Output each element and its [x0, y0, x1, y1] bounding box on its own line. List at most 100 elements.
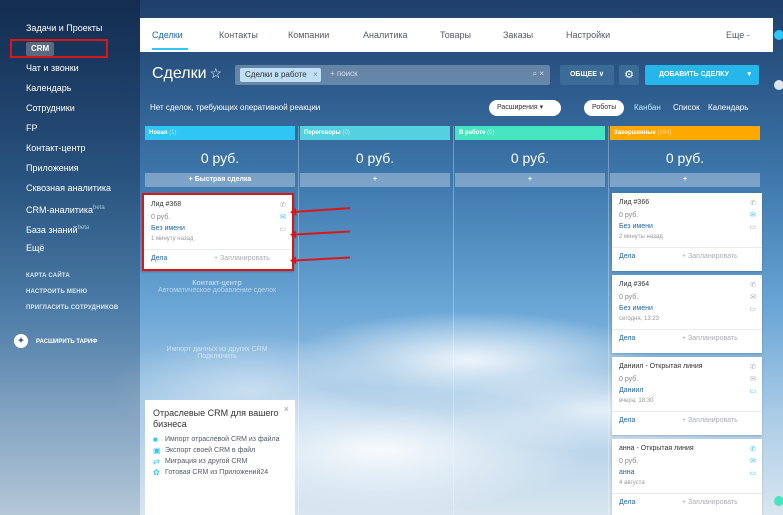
sidebar-item-more[interactable]: Ещё: [0, 238, 140, 258]
sidebar-item-tasks[interactable]: Задачи и Проекты: [0, 18, 140, 38]
tab-contacts[interactable]: Контакты: [219, 30, 258, 40]
favorite-star-icon[interactable]: ☆: [210, 65, 223, 81]
column-count: (0): [487, 130, 495, 136]
card-title[interactable]: Лид #366: [619, 199, 649, 206]
avatar[interactable]: [774, 80, 783, 90]
close-icon[interactable]: ×: [284, 404, 289, 414]
tab-products[interactable]: Товары: [440, 30, 471, 40]
card-plan-link[interactable]: + Запланировать: [682, 253, 738, 260]
industry-crm-promo: × Отраслевые CRM для вашего бизнеса ■ Имп…: [145, 400, 295, 515]
mail-icon[interactable]: ✉: [750, 375, 756, 383]
card-plan-link[interactable]: + Запланировать: [682, 335, 738, 342]
mail-icon[interactable]: ✉: [750, 293, 756, 301]
tab-more[interactable]: Еще -: [726, 30, 750, 40]
column-header-done[interactable]: Завершенные (164): [610, 126, 760, 140]
sidebar-item-chat[interactable]: Чат и звонки: [0, 58, 140, 78]
tab-orders[interactable]: Заказы: [503, 30, 533, 40]
column-header-new[interactable]: Новая (1): [145, 126, 295, 140]
chat-icon[interactable]: ▭: [279, 225, 286, 233]
extensions-button[interactable]: Расширения ▾: [489, 100, 561, 116]
phone-icon[interactable]: ✆: [750, 445, 756, 453]
sidebar-item-analytics[interactable]: Сквозная аналитика: [0, 178, 140, 198]
sidebar-item-knowledge-base[interactable]: База знанийbeta: [0, 218, 140, 238]
quick-add-button[interactable]: +: [610, 173, 760, 187]
tab-analytics[interactable]: Аналитика: [363, 30, 408, 40]
promo-item[interactable]: ⇄ Миграция из другой CRM: [153, 457, 287, 466]
phone-icon[interactable]: ✆: [750, 281, 756, 289]
phone-icon[interactable]: ✆: [750, 363, 756, 371]
chat-icon[interactable]: ▭: [749, 387, 756, 395]
promo-item[interactable]: ✿ Готовая CRM из Приложений24: [153, 468, 287, 477]
card-contact[interactable]: Без имени: [151, 225, 185, 232]
card-activities-link[interactable]: Дела: [619, 253, 635, 260]
card-plan-link[interactable]: + Запланировать: [214, 255, 270, 262]
sidebar-item-fp[interactable]: FP: [0, 118, 140, 138]
general-dropdown-button[interactable]: ОБЩЕЕ ∨: [560, 65, 614, 85]
deal-card[interactable]: Лид #366 0 руб. Без имени 2 минуты назад…: [612, 193, 762, 271]
card-title[interactable]: Лид #368: [151, 201, 181, 208]
deal-card[interactable]: анна - Открытая линия 0 руб. анна 4 авгу…: [612, 439, 762, 515]
sidebar-item-employees[interactable]: Сотрудники: [0, 98, 140, 118]
tab-settings[interactable]: Настройки: [566, 30, 610, 40]
chat-icon[interactable]: ▭: [749, 469, 756, 477]
robots-button[interactable]: Роботы: [584, 100, 625, 116]
deal-card[interactable]: Лид #364 0 руб. Без имени сегодня, 13:23…: [612, 275, 762, 353]
card-title[interactable]: анна - Открытая линия: [619, 445, 694, 452]
card-contact[interactable]: Без имени: [619, 223, 653, 230]
promo-item[interactable]: ▣ Экспорт своей CRM в файл: [153, 446, 287, 455]
sidebar-item-contact-center[interactable]: Контакт-центр: [0, 138, 140, 158]
chat-bubble-icon[interactable]: [774, 496, 783, 506]
quick-add-button[interactable]: +: [455, 173, 605, 187]
column-header-negotiation[interactable]: Переговоры (0): [300, 126, 450, 140]
mail-icon[interactable]: ✉: [750, 211, 756, 219]
card-activities-link[interactable]: Дела: [619, 335, 635, 342]
card-title[interactable]: Лид #364: [619, 281, 649, 288]
card-contact[interactable]: Без имени: [619, 305, 653, 312]
notification-icon[interactable]: [774, 30, 783, 40]
view-list[interactable]: Список: [673, 103, 700, 112]
card-title[interactable]: Даниил - Открытая линия: [619, 363, 703, 370]
sidebar-item-calendar[interactable]: Календарь: [0, 78, 140, 98]
sitemap-link[interactable]: КАРТА САЙТА: [0, 268, 140, 284]
chat-icon[interactable]: ▭: [749, 223, 756, 231]
card-contact[interactable]: Даниил: [619, 387, 643, 394]
extensions-label: Расширения: [497, 104, 538, 111]
promo-item-label: Миграция из другой CRM: [165, 458, 248, 465]
filter-chip[interactable]: Сделки в работе ×: [240, 68, 321, 82]
view-calendar[interactable]: Календарь: [708, 103, 748, 112]
mail-icon[interactable]: ✉: [750, 457, 756, 465]
phone-icon[interactable]: ✆: [750, 199, 756, 207]
promo-item[interactable]: ■ Импорт отраслевой CRM из файла: [153, 435, 287, 444]
upgrade-plan-button[interactable]: ✦ РАСШИРИТЬ ТАРИФ: [14, 333, 97, 351]
search-icon[interactable]: ⌕ ×: [533, 69, 544, 79]
chip-remove-icon[interactable]: ×: [313, 68, 318, 82]
sidebar-item-crm-analytics[interactable]: CRM-аналитикаbeta: [0, 198, 140, 218]
deal-card[interactable]: Даниил - Открытая линия 0 руб. Даниил вч…: [612, 357, 762, 435]
chevron-down-icon[interactable]: ▾: [747, 65, 751, 85]
tab-deals[interactable]: Сделки: [152, 30, 183, 40]
card-plan-link[interactable]: + Запланировать: [682, 417, 738, 424]
quick-deal-button[interactable]: + Быстрая сделка: [145, 173, 295, 187]
phone-icon[interactable]: ✆: [280, 201, 286, 209]
card-plan-link[interactable]: + Запланировать: [682, 499, 738, 506]
card-date: 2 минуты назад: [619, 234, 663, 240]
faded-connect-link[interactable]: Подключить: [147, 353, 287, 360]
card-contact[interactable]: анна: [619, 469, 635, 476]
mail-icon[interactable]: ✉: [280, 213, 286, 221]
card-activities-link[interactable]: Дела: [151, 255, 167, 262]
sidebar-item-apps[interactable]: Приложения: [0, 158, 140, 178]
search-filter-input[interactable]: Сделки в работе × + поиск ⌕ ×: [235, 65, 550, 85]
invite-employees-link[interactable]: ПРИГЛАСИТЬ СОТРУДНИКОВ: [0, 300, 140, 316]
card-activities-link[interactable]: Дела: [619, 417, 635, 424]
gear-icon[interactable]: ⚙: [619, 65, 639, 85]
view-kanban[interactable]: Канбан: [634, 103, 661, 112]
card-activities-link[interactable]: Дела: [619, 499, 635, 506]
tab-companies[interactable]: Компании: [288, 30, 329, 40]
deal-card[interactable]: Лид #368 0 руб. Без имени 1 минуту назад…: [142, 193, 294, 271]
chat-icon[interactable]: ▭: [749, 305, 756, 313]
configure-menu-link[interactable]: НАСТРОИТЬ МЕНЮ: [0, 284, 140, 300]
add-deal-button[interactable]: ДОБАВИТЬ СДЕЛКУ ▾: [645, 65, 759, 85]
sidebar-item-crm[interactable]: CRM: [0, 38, 140, 58]
quick-add-button[interactable]: +: [300, 173, 450, 187]
column-header-in-work[interactable]: В работе (0): [455, 126, 605, 140]
